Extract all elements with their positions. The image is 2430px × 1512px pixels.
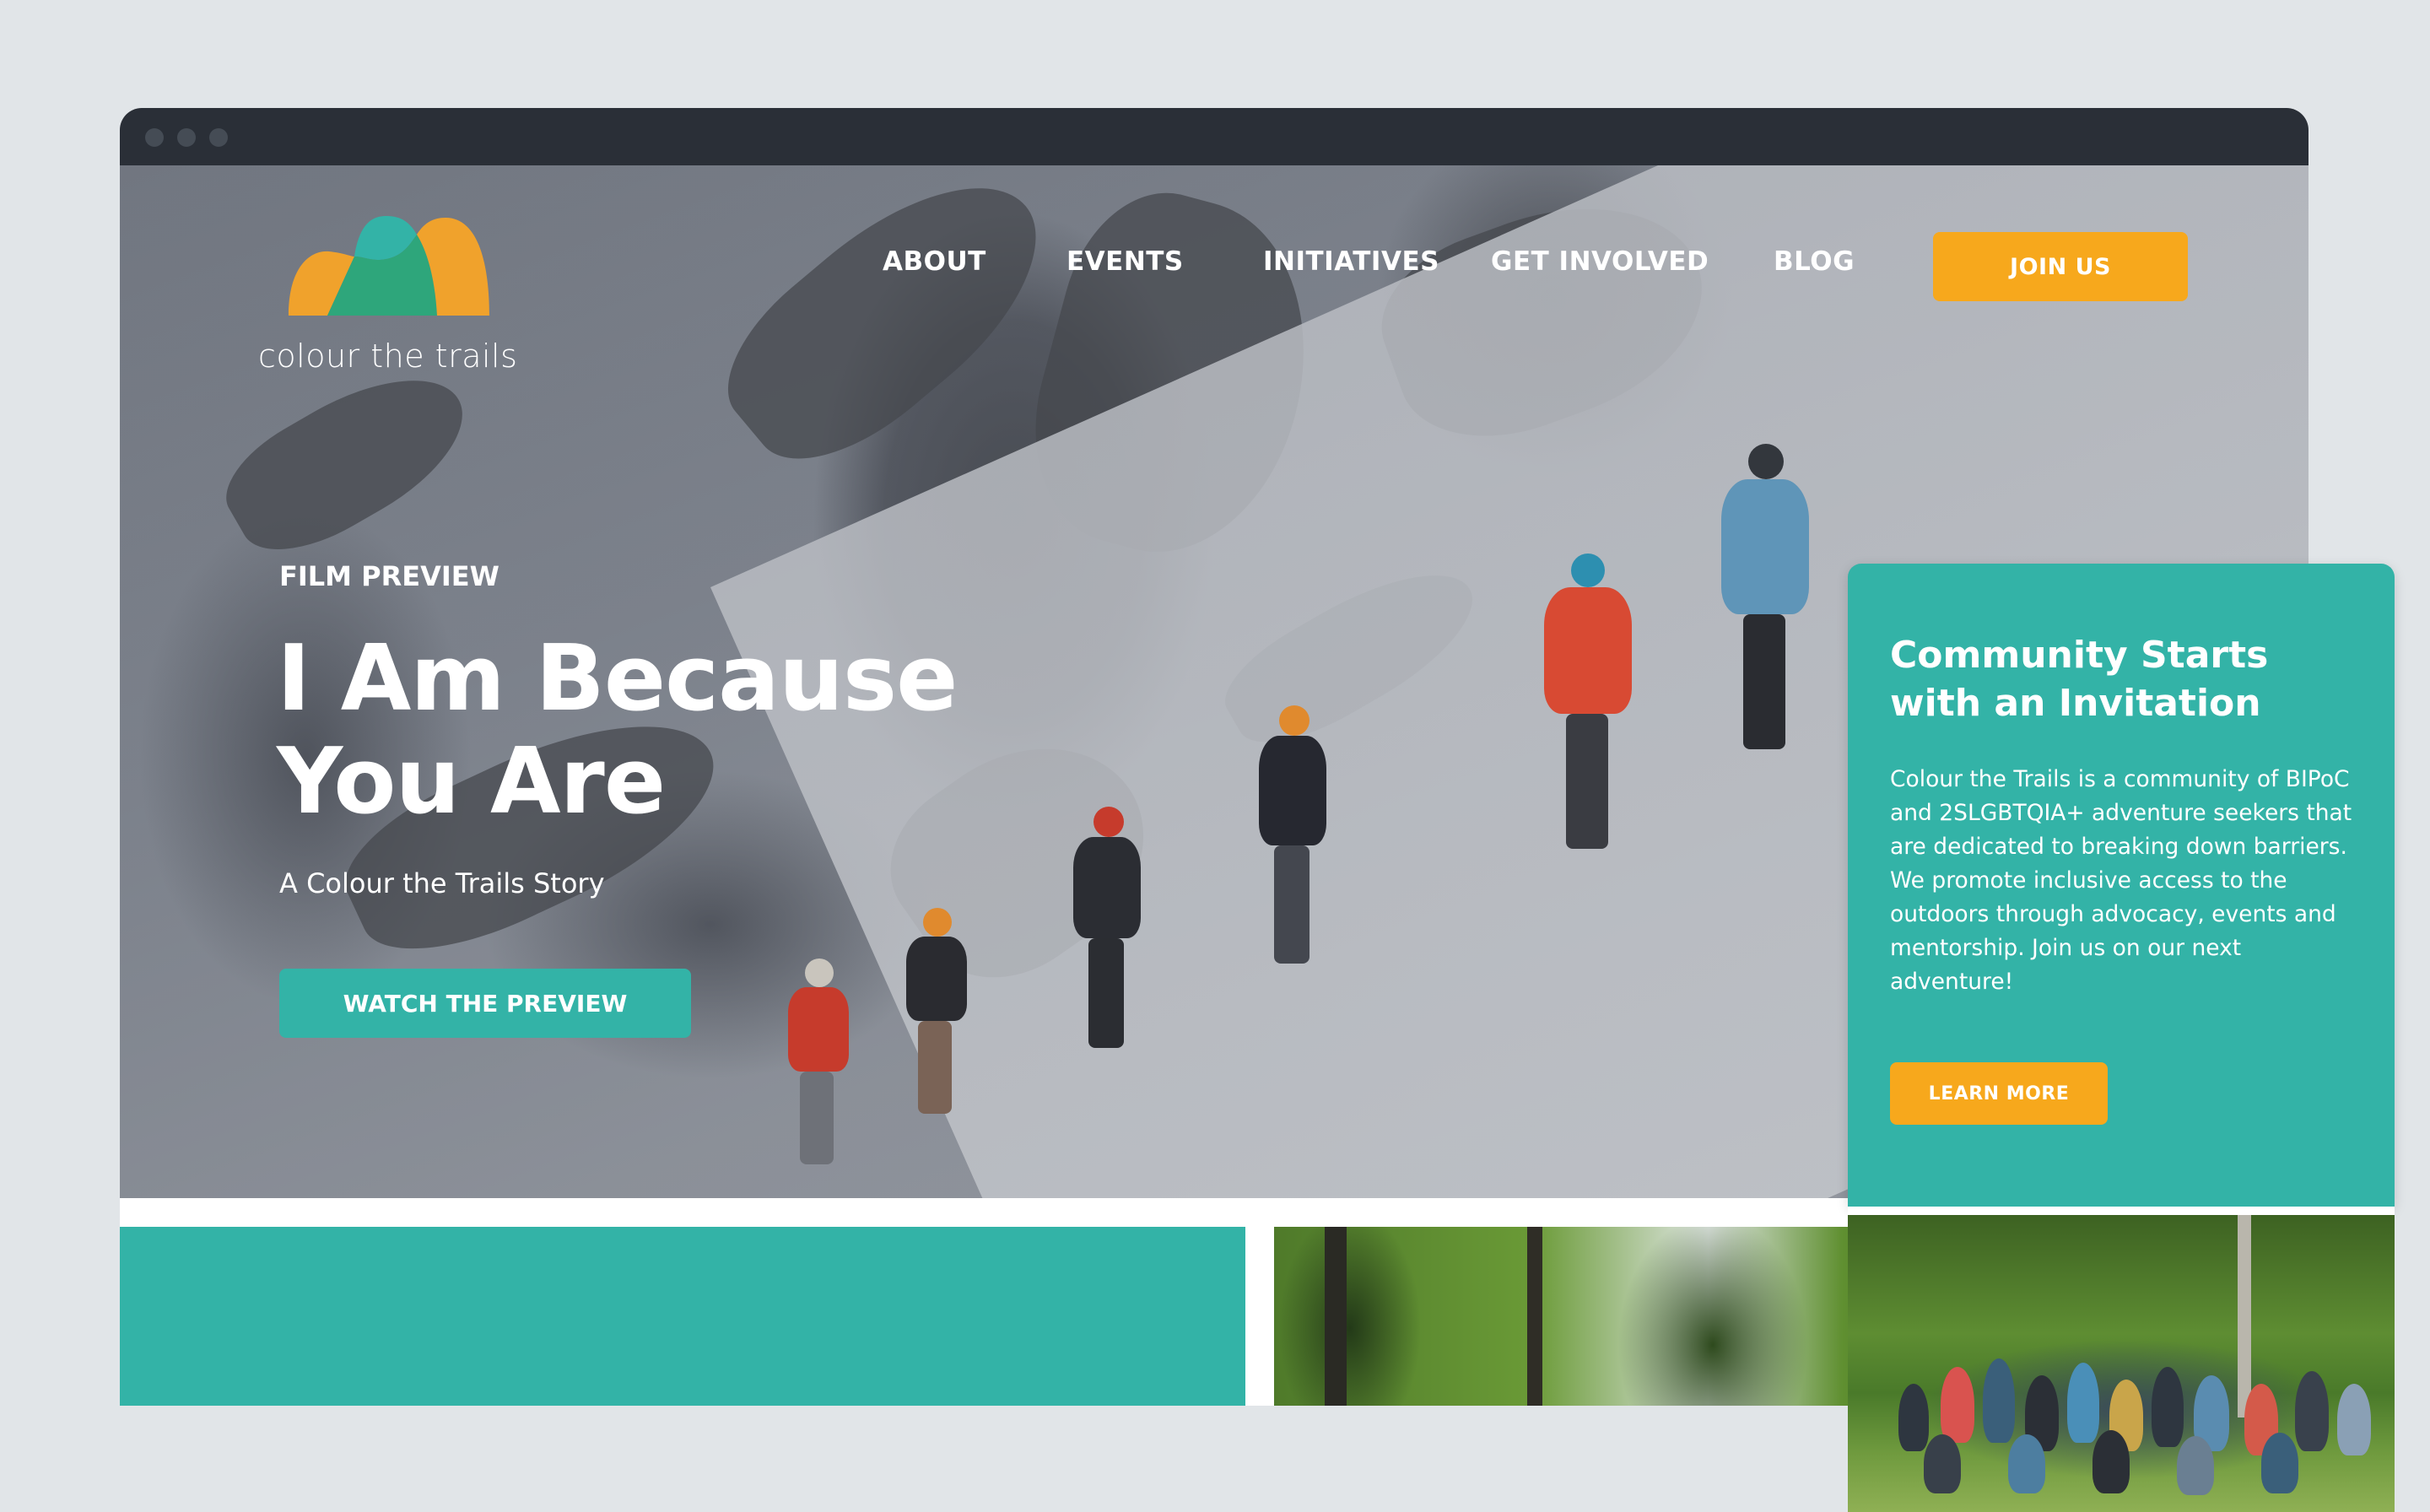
hero-headline-line-1: I Am Because (277, 626, 958, 732)
community-member-figure (1898, 1384, 1929, 1451)
watch-preview-button[interactable]: WATCH THE PREVIEW (279, 969, 691, 1038)
window-minimize-dot[interactable] (177, 128, 196, 147)
card-title-line-2: with an Invitation (1890, 682, 2261, 725)
browser-titlebar (120, 108, 2308, 165)
community-member-figure (1983, 1358, 2015, 1443)
community-member-figure (2152, 1367, 2184, 1447)
community-member-figure (1941, 1367, 1974, 1443)
hiker-figure (888, 908, 980, 1127)
hiker-figure (1056, 807, 1158, 1060)
community-group-photo (1848, 1215, 2395, 1512)
tree-trunk (1527, 1227, 1542, 1406)
nav-blog[interactable]: BLOG (1774, 246, 1855, 277)
window-close-dot[interactable] (145, 128, 164, 147)
tree-trunk (2238, 1215, 2251, 1418)
hiker-figure (1242, 705, 1343, 975)
hero-headline-line-2: You Are (277, 729, 666, 834)
teal-feature-block (120, 1227, 1245, 1406)
logo-wordmark[interactable]: colour the trails (258, 338, 517, 375)
card-title-line-1: Community Starts (1890, 634, 2269, 677)
card-description: Colour the Trails is a community of BIPo… (1890, 766, 2352, 995)
card-separator (1848, 1207, 2395, 1215)
hiker-figure (770, 958, 862, 1178)
nav-events[interactable]: EVENTS (1066, 246, 1184, 277)
rock-ridge (208, 346, 487, 575)
learn-more-button[interactable]: LEARN MORE (1890, 1062, 2108, 1125)
community-member-figure (2261, 1433, 2298, 1493)
nav-get-involved[interactable]: GET INVOLVED (1491, 246, 1709, 277)
hero-eyebrow: FILM PREVIEW (279, 560, 500, 592)
community-member-figure (1924, 1434, 1961, 1493)
nav-about[interactable]: ABOUT (883, 246, 986, 277)
community-member-figure (2092, 1430, 2130, 1493)
tree-trunk (1325, 1227, 1347, 1406)
join-us-button[interactable]: JOIN US (1933, 232, 2188, 301)
nav-initiatives[interactable]: INITIATIVES (1263, 246, 1439, 277)
community-card: Community Starts with an Invitation Colo… (1848, 564, 2395, 1207)
card-title: Community Starts with an Invitation (1890, 631, 2268, 727)
community-member-figure (2337, 1384, 2371, 1455)
colour-the-trails-logo-icon[interactable] (260, 208, 538, 317)
community-member-figure (2177, 1436, 2214, 1495)
hiker-figure (1529, 554, 1647, 857)
hero-subtitle: A Colour the Trails Story (279, 867, 605, 899)
window-maximize-dot[interactable] (209, 128, 228, 147)
rock-ridge (697, 165, 1078, 496)
community-member-figure (2067, 1363, 2099, 1443)
community-member-figure (2295, 1371, 2329, 1451)
community-member-figure (2008, 1434, 2045, 1493)
hiker-figure (1706, 444, 1824, 764)
hero-headline: I Am Because You Are (277, 626, 958, 834)
